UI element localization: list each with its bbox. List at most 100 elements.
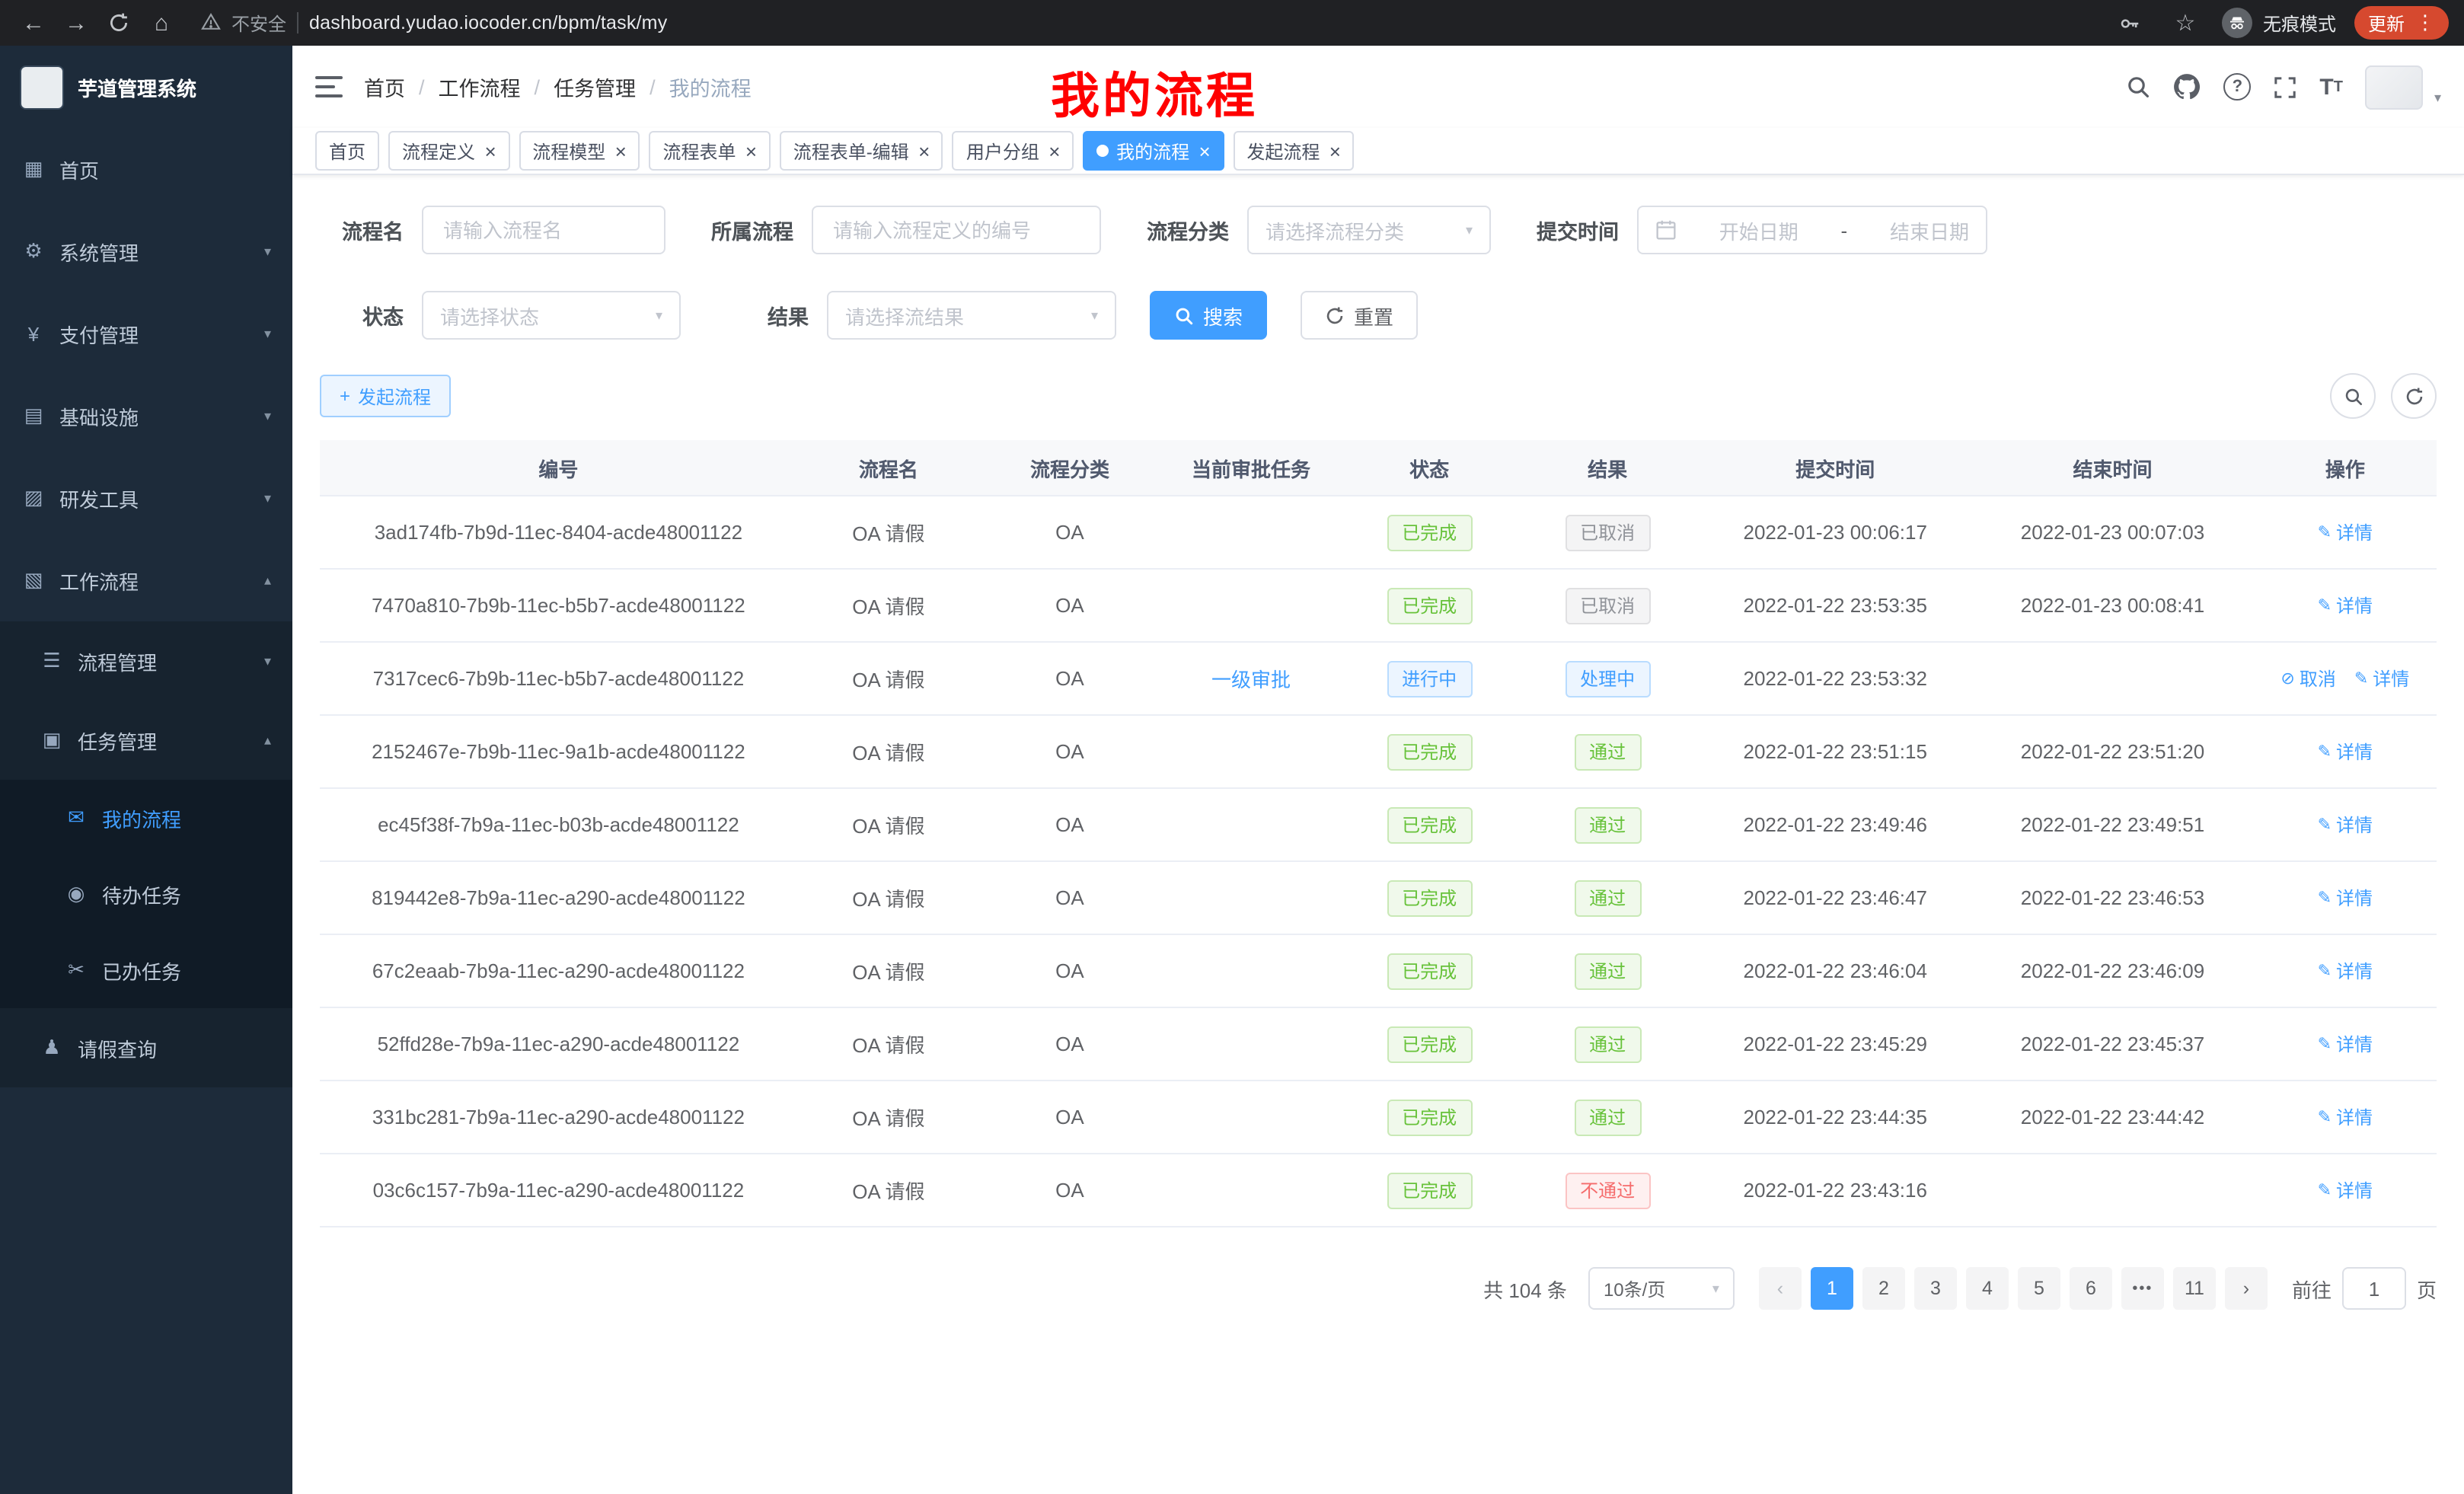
breadcrumb-item[interactable]: 首页 xyxy=(364,72,405,102)
detail-link[interactable]: ✎详情 xyxy=(2318,885,2373,911)
result-select[interactable]: 请选择流结果 ▾ xyxy=(827,291,1116,340)
cancel-link[interactable]: ⊘取消 xyxy=(2280,666,2335,691)
page-button-6[interactable]: 6 xyxy=(2070,1267,2112,1310)
font-size-icon[interactable]: TT xyxy=(2319,74,2343,100)
cell-result: 通过 xyxy=(1516,934,1699,1007)
category-select[interactable]: 请选择流程分类 ▾ xyxy=(1247,206,1491,254)
search-icon[interactable] xyxy=(2126,75,2150,99)
detail-link[interactable]: ✎详情 xyxy=(2354,666,2409,691)
goto-page-input[interactable] xyxy=(2342,1267,2406,1310)
page-button-3[interactable]: 3 xyxy=(1914,1267,1957,1310)
cell-category: OA xyxy=(980,715,1160,788)
view-tab-3[interactable]: 流程表单× xyxy=(649,131,770,171)
close-icon[interactable]: × xyxy=(484,141,496,161)
sidebar-item-done[interactable]: ✂已办任务 xyxy=(0,932,292,1008)
view-tab-1[interactable]: 流程定义× xyxy=(388,131,509,171)
fullscreen-icon[interactable] xyxy=(2274,75,2296,98)
warning-icon xyxy=(201,11,221,34)
close-icon[interactable]: × xyxy=(1198,141,1210,161)
reset-button[interactable]: 重置 xyxy=(1301,291,1418,340)
close-icon[interactable]: × xyxy=(614,141,626,161)
sidebar-item-todo[interactable]: ◉待办任务 xyxy=(0,856,292,932)
breadcrumb-item[interactable]: 任务管理 xyxy=(554,72,636,102)
chevron-down-icon: ▾ xyxy=(656,307,662,324)
table-row: 7317cec6-7b9b-11ec-b5b7-acde48001122OA 请… xyxy=(320,642,2437,715)
view-tab-5[interactable]: 用户分组× xyxy=(953,131,1074,171)
category-label: 流程分类 xyxy=(1135,215,1247,245)
page-button-1[interactable]: 1 xyxy=(1811,1267,1853,1310)
sidebar-item-payment[interactable]: ¥支付管理▾ xyxy=(0,292,292,375)
github-icon[interactable] xyxy=(2173,73,2201,101)
page-ellipsis[interactable]: ••• xyxy=(2121,1267,2164,1310)
search-button[interactable]: 搜索 xyxy=(1150,291,1267,340)
page-button-4[interactable]: 4 xyxy=(1966,1267,2009,1310)
page-button-11[interactable]: 11 xyxy=(2173,1267,2216,1310)
breadcrumb-separator: / xyxy=(535,75,541,98)
view-tab-0[interactable]: 首页 xyxy=(315,131,379,171)
cell-result: 已取消 xyxy=(1516,496,1699,569)
close-icon[interactable]: × xyxy=(1329,141,1340,161)
detail-link[interactable]: ✎详情 xyxy=(2318,1104,2373,1130)
forward-icon[interactable]: → xyxy=(58,5,94,41)
sidebar-item-task[interactable]: ▣任务管理▴ xyxy=(0,701,292,780)
submit-time-range-picker[interactable]: 开始日期 - 结束日期 xyxy=(1637,206,1987,254)
column-header: 结果 xyxy=(1516,440,1699,496)
browser-menu-icon[interactable]: ⋮ xyxy=(2415,11,2435,35)
app-title: 芋道管理系统 xyxy=(78,72,196,101)
close-icon[interactable]: × xyxy=(1048,141,1060,161)
detail-link[interactable]: ✎详情 xyxy=(2318,592,2373,618)
close-icon[interactable]: × xyxy=(918,141,930,161)
current-task-link[interactable]: 一级审批 xyxy=(1211,669,1291,691)
cell-name: OA 请假 xyxy=(797,569,980,642)
status-label: 状态 xyxy=(320,300,422,330)
sidebar-item-gear[interactable]: ⚙系统管理▾ xyxy=(0,210,292,292)
update-button[interactable]: 更新 ⋮ xyxy=(2354,6,2449,40)
prev-page-button[interactable]: ‹ xyxy=(1759,1267,1802,1310)
refresh-button[interactable] xyxy=(2391,373,2437,419)
bookmark-star-icon[interactable]: ☆ xyxy=(2167,5,2204,41)
status-select[interactable]: 请选择状态 ▾ xyxy=(422,291,681,340)
column-header: 流程名 xyxy=(797,440,980,496)
sidebar-item-devtools[interactable]: ▨研发工具▾ xyxy=(0,457,292,539)
process-name-input[interactable] xyxy=(440,217,647,243)
task-icon: ▣ xyxy=(40,728,64,752)
sidebar-item-infrastructure[interactable]: ▤基础设施▾ xyxy=(0,375,292,457)
app-logo[interactable]: 芋道管理系统 xyxy=(0,46,292,128)
view-tab-2[interactable]: 流程模型× xyxy=(519,131,640,171)
toggle-search-button[interactable] xyxy=(2330,373,2376,419)
view-tab-6[interactable]: 我的流程× xyxy=(1083,131,1224,171)
avatar[interactable] xyxy=(2366,65,2424,109)
sidebar-item-dashboard[interactable]: ▦首页 xyxy=(0,128,292,210)
home-icon[interactable]: ⌂ xyxy=(143,5,180,41)
next-page-button[interactable]: › xyxy=(2225,1267,2268,1310)
close-icon[interactable]: × xyxy=(745,141,757,161)
sidebar-item-workflow[interactable]: ▧工作流程▴ xyxy=(0,539,292,621)
detail-link[interactable]: ✎详情 xyxy=(2318,812,2373,838)
detail-link[interactable]: ✎详情 xyxy=(2318,1031,2373,1057)
create-process-button[interactable]: + 发起流程 xyxy=(320,375,451,417)
breadcrumb-item[interactable]: 工作流程 xyxy=(439,72,521,102)
address-bar[interactable]: 不安全 dashboard.yudao.iocoder.cn/bpm/task/… xyxy=(201,10,667,36)
back-icon[interactable]: ← xyxy=(15,5,52,41)
owner-process-input[interactable] xyxy=(830,217,1083,243)
help-icon[interactable]: ? xyxy=(2223,73,2251,101)
page-button-5[interactable]: 5 xyxy=(2018,1267,2060,1310)
hamburger-icon[interactable] xyxy=(315,76,343,97)
sidebar-item-leave[interactable]: ♟请假查询 xyxy=(0,1008,292,1087)
key-icon[interactable] xyxy=(2112,5,2149,41)
sidebar-item-process[interactable]: ☰流程管理▾ xyxy=(0,621,292,701)
status-badge: 已完成 xyxy=(1387,1026,1472,1062)
detail-link[interactable]: ✎详情 xyxy=(2318,739,2373,765)
view-tab-7[interactable]: 发起流程× xyxy=(1233,131,1354,171)
plus-icon: + xyxy=(340,385,350,407)
detail-link[interactable]: ✎详情 xyxy=(2318,1177,2373,1203)
sidebar-item-my-process[interactable]: ✉我的流程 xyxy=(0,780,292,856)
cell-submit-time: 2022-01-22 23:45:29 xyxy=(1699,1007,1971,1081)
detail-link[interactable]: ✎详情 xyxy=(2318,958,2373,984)
page-size-select[interactable]: 10条/页 ▾ xyxy=(1588,1267,1735,1310)
reload-icon[interactable] xyxy=(101,5,137,41)
page-button-2[interactable]: 2 xyxy=(1862,1267,1905,1310)
detail-link[interactable]: ✎详情 xyxy=(2318,519,2373,545)
chevron-down-icon[interactable]: ▾ xyxy=(2434,89,2441,106)
view-tab-4[interactable]: 流程表单-编辑× xyxy=(780,131,943,171)
